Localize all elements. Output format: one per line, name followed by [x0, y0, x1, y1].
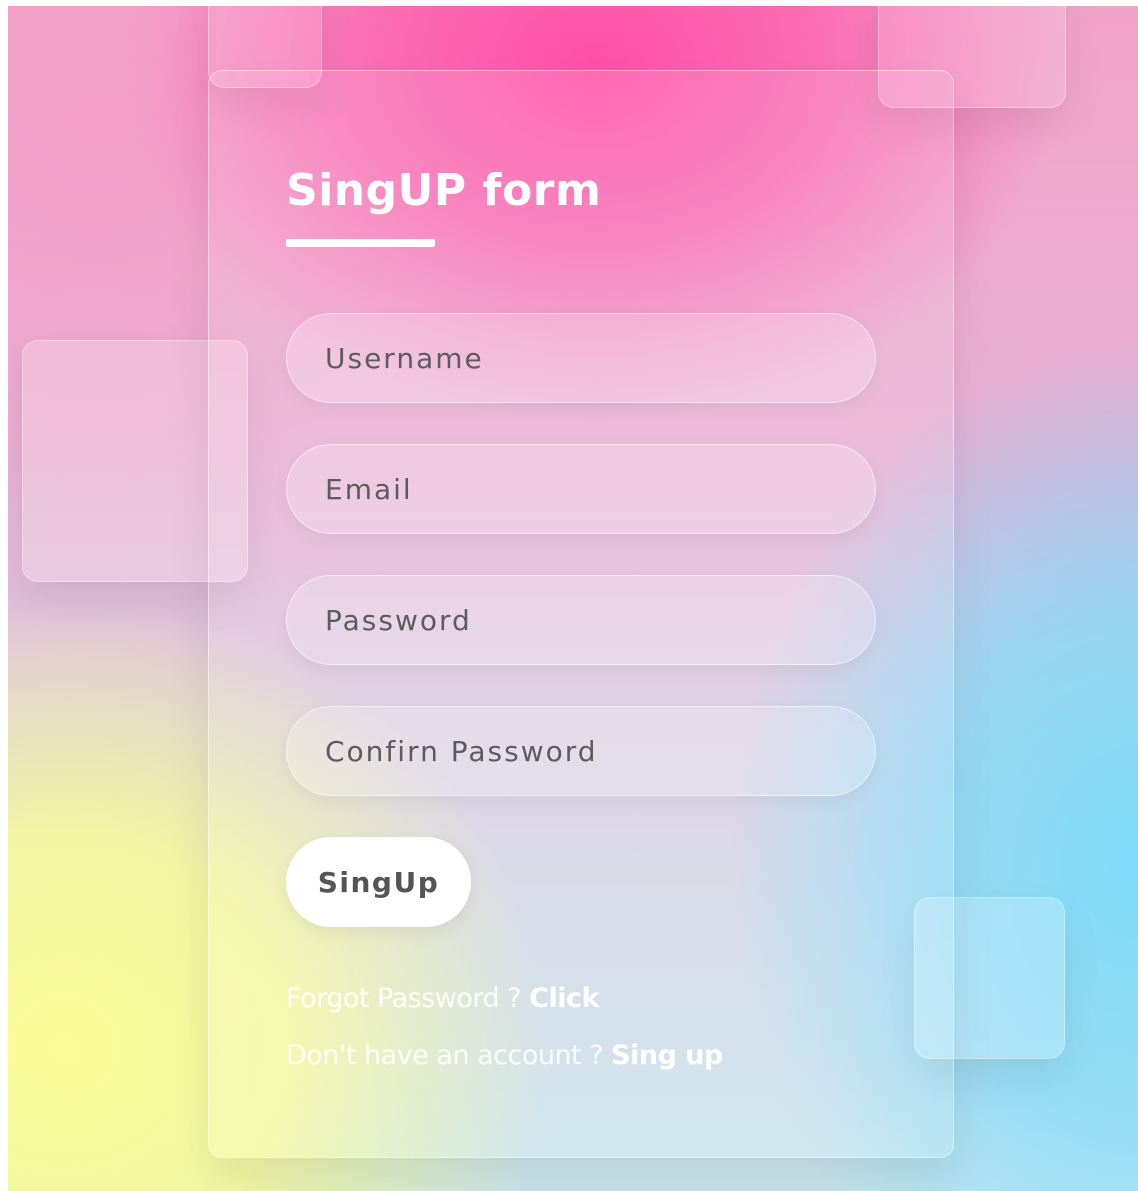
username-input[interactable] [286, 313, 876, 403]
password-input[interactable] [286, 575, 876, 665]
signup-link[interactable]: Sing up [611, 1040, 723, 1071]
signup-button[interactable]: SingUp [286, 837, 471, 927]
page-background: SingUP form SingUp Forgot Password ? Cli… [8, 6, 1138, 1191]
forgot-password-text: Forgot Password ? [286, 983, 530, 1014]
forgot-password-line: Forgot Password ? Click [286, 983, 599, 1014]
no-account-text: Don't have an account ? [286, 1040, 612, 1071]
form-title: SingUP form [286, 165, 602, 216]
no-account-line: Don't have an account ? Sing up [286, 1040, 723, 1071]
forgot-password-link[interactable]: Click [529, 983, 599, 1014]
signup-card: SingUP form SingUp Forgot Password ? Cli… [208, 70, 954, 1158]
title-underline [286, 239, 435, 247]
confirm-password-input[interactable] [286, 706, 876, 796]
email-input[interactable] [286, 444, 876, 534]
